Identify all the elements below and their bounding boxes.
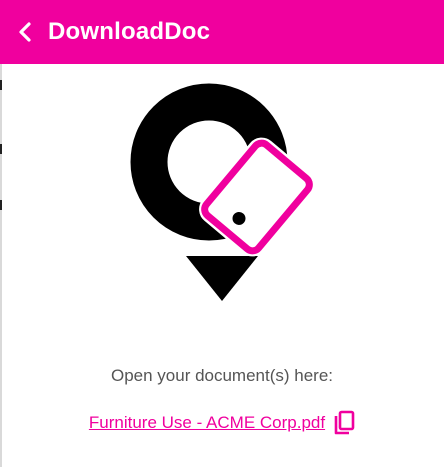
app-logo <box>130 83 315 301</box>
download-doc-screen: DownloadDoc Open your document(s) here: … <box>0 0 444 467</box>
app-header: DownloadDoc <box>0 0 444 64</box>
open-documents-prompt: Open your document(s) here: <box>110 366 334 385</box>
page-title: DownloadDoc <box>48 18 211 45</box>
pin-pointer <box>186 256 258 301</box>
copy-button[interactable] <box>333 410 355 436</box>
chevron-left-icon <box>19 22 31 42</box>
file-list-item: Furniture Use - ACME Corp.pdf <box>0 410 444 436</box>
back-button[interactable] <box>12 19 38 45</box>
copy-icon <box>334 410 355 435</box>
window-edge <box>0 0 2 467</box>
document-link[interactable]: Furniture Use - ACME Corp.pdf <box>89 413 325 433</box>
